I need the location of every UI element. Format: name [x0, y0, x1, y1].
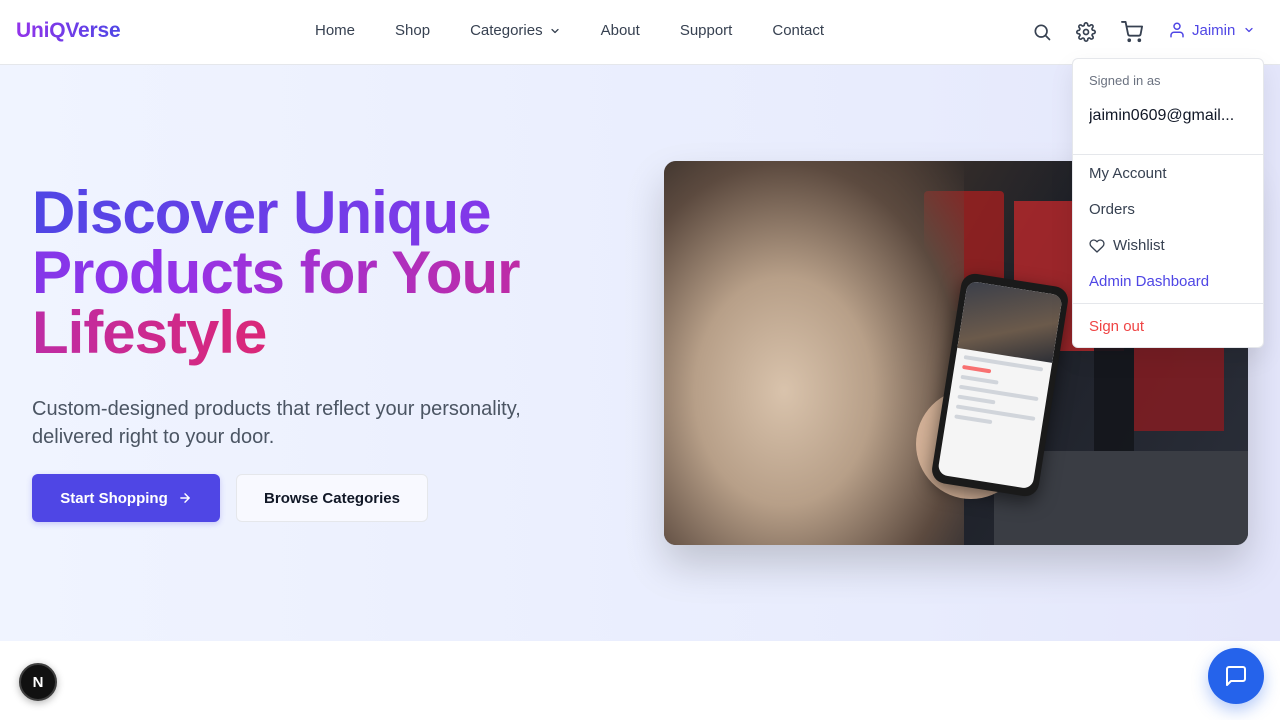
nav-link-categories[interactable]: Categories	[470, 22, 561, 39]
menu-item-sign-out[interactable]: Sign out	[1089, 318, 1144, 335]
nav-link-home-label: Home	[315, 22, 356, 39]
nav-link-about[interactable]: About	[601, 22, 640, 39]
menu-divider	[1073, 303, 1263, 304]
nav-link-about-label: About	[600, 22, 640, 39]
shoulder-blur-shape	[664, 161, 964, 545]
signed-in-label: Signed in as	[1089, 73, 1161, 88]
nav-link-shop[interactable]: Shop	[395, 22, 430, 39]
phone-screen-line	[954, 414, 993, 425]
brand-logo[interactable]: UniQVerse	[16, 19, 121, 43]
menu-item-sign-out-label: Sign out	[1089, 318, 1145, 335]
nav-link-contact[interactable]: Contact	[772, 22, 824, 39]
hero-subtitle: Custom-designed products that reflect yo…	[32, 398, 521, 448]
menu-item-admin-dashboard-label: Admin Dashboard	[1089, 273, 1210, 290]
heart-icon	[1089, 238, 1105, 253]
chevron-down-icon	[1245, 27, 1253, 33]
browse-categories-button[interactable]: Browse Categories	[236, 474, 428, 522]
menu-item-wishlist-label: Wishlist	[1113, 237, 1165, 254]
nav-link-contact-label: Contact	[772, 22, 825, 39]
hero-headline: Discover Unique Products for Your Lifest…	[32, 183, 592, 363]
browse-categories-label: Browse Categories	[264, 489, 400, 507]
chevron-down-icon	[550, 28, 559, 33]
menu-item-my-account-label: My Account	[1089, 165, 1167, 182]
user-dropdown-menu: Signed in as jaimin0609@gmail... My Acco…	[1072, 58, 1264, 348]
chat-icon	[1226, 666, 1246, 686]
search-icon[interactable]	[1030, 20, 1054, 44]
user-icon	[1170, 22, 1184, 38]
start-shopping-button[interactable]: Start Shopping	[32, 474, 220, 522]
chat-button[interactable]	[1208, 648, 1264, 704]
menu-item-my-account[interactable]: My Account	[1089, 165, 1167, 182]
menu-item-orders[interactable]: Orders	[1089, 201, 1135, 218]
menu-item-orders-label: Orders	[1089, 201, 1135, 218]
menu-item-admin-dashboard[interactable]: Admin Dashboard	[1089, 273, 1209, 290]
nav-link-home[interactable]: Home	[315, 22, 355, 39]
phone-screen-photo	[957, 280, 1063, 363]
start-shopping-label: Start Shopping	[60, 489, 168, 507]
nav-link-support-label: Support	[679, 22, 733, 39]
nextjs-dev-badge[interactable]: N	[19, 663, 57, 701]
nav-link-shop-label: Shop	[395, 22, 431, 39]
cart-icon[interactable]	[1120, 20, 1144, 44]
nav-link-support[interactable]: Support	[680, 22, 733, 39]
top-navbar: UniQVerse Home Shop Categories About Sup…	[0, 0, 1280, 65]
main-nav: Home Shop Categories About Support Conta…	[315, 22, 864, 39]
phone-screen-line	[960, 374, 1000, 385]
user-email: jaimin0609@gmail...	[1089, 107, 1235, 124]
menu-divider	[1073, 154, 1263, 155]
nav-link-categories-label: Categories	[470, 22, 543, 39]
phone-screen-line	[962, 364, 992, 374]
settings-icon[interactable]	[1074, 20, 1098, 44]
nextjs-badge-letter: N	[32, 673, 44, 691]
menu-item-wishlist[interactable]: Wishlist	[1089, 237, 1165, 254]
user-menu-button[interactable]: Jaimin	[1168, 21, 1255, 39]
arrow-right-icon	[179, 493, 190, 503]
user-name: Jaimin	[1192, 21, 1236, 39]
hero-headline-text: Discover Unique Products for Your Lifest…	[32, 179, 520, 366]
phone-screen-line	[957, 394, 996, 405]
